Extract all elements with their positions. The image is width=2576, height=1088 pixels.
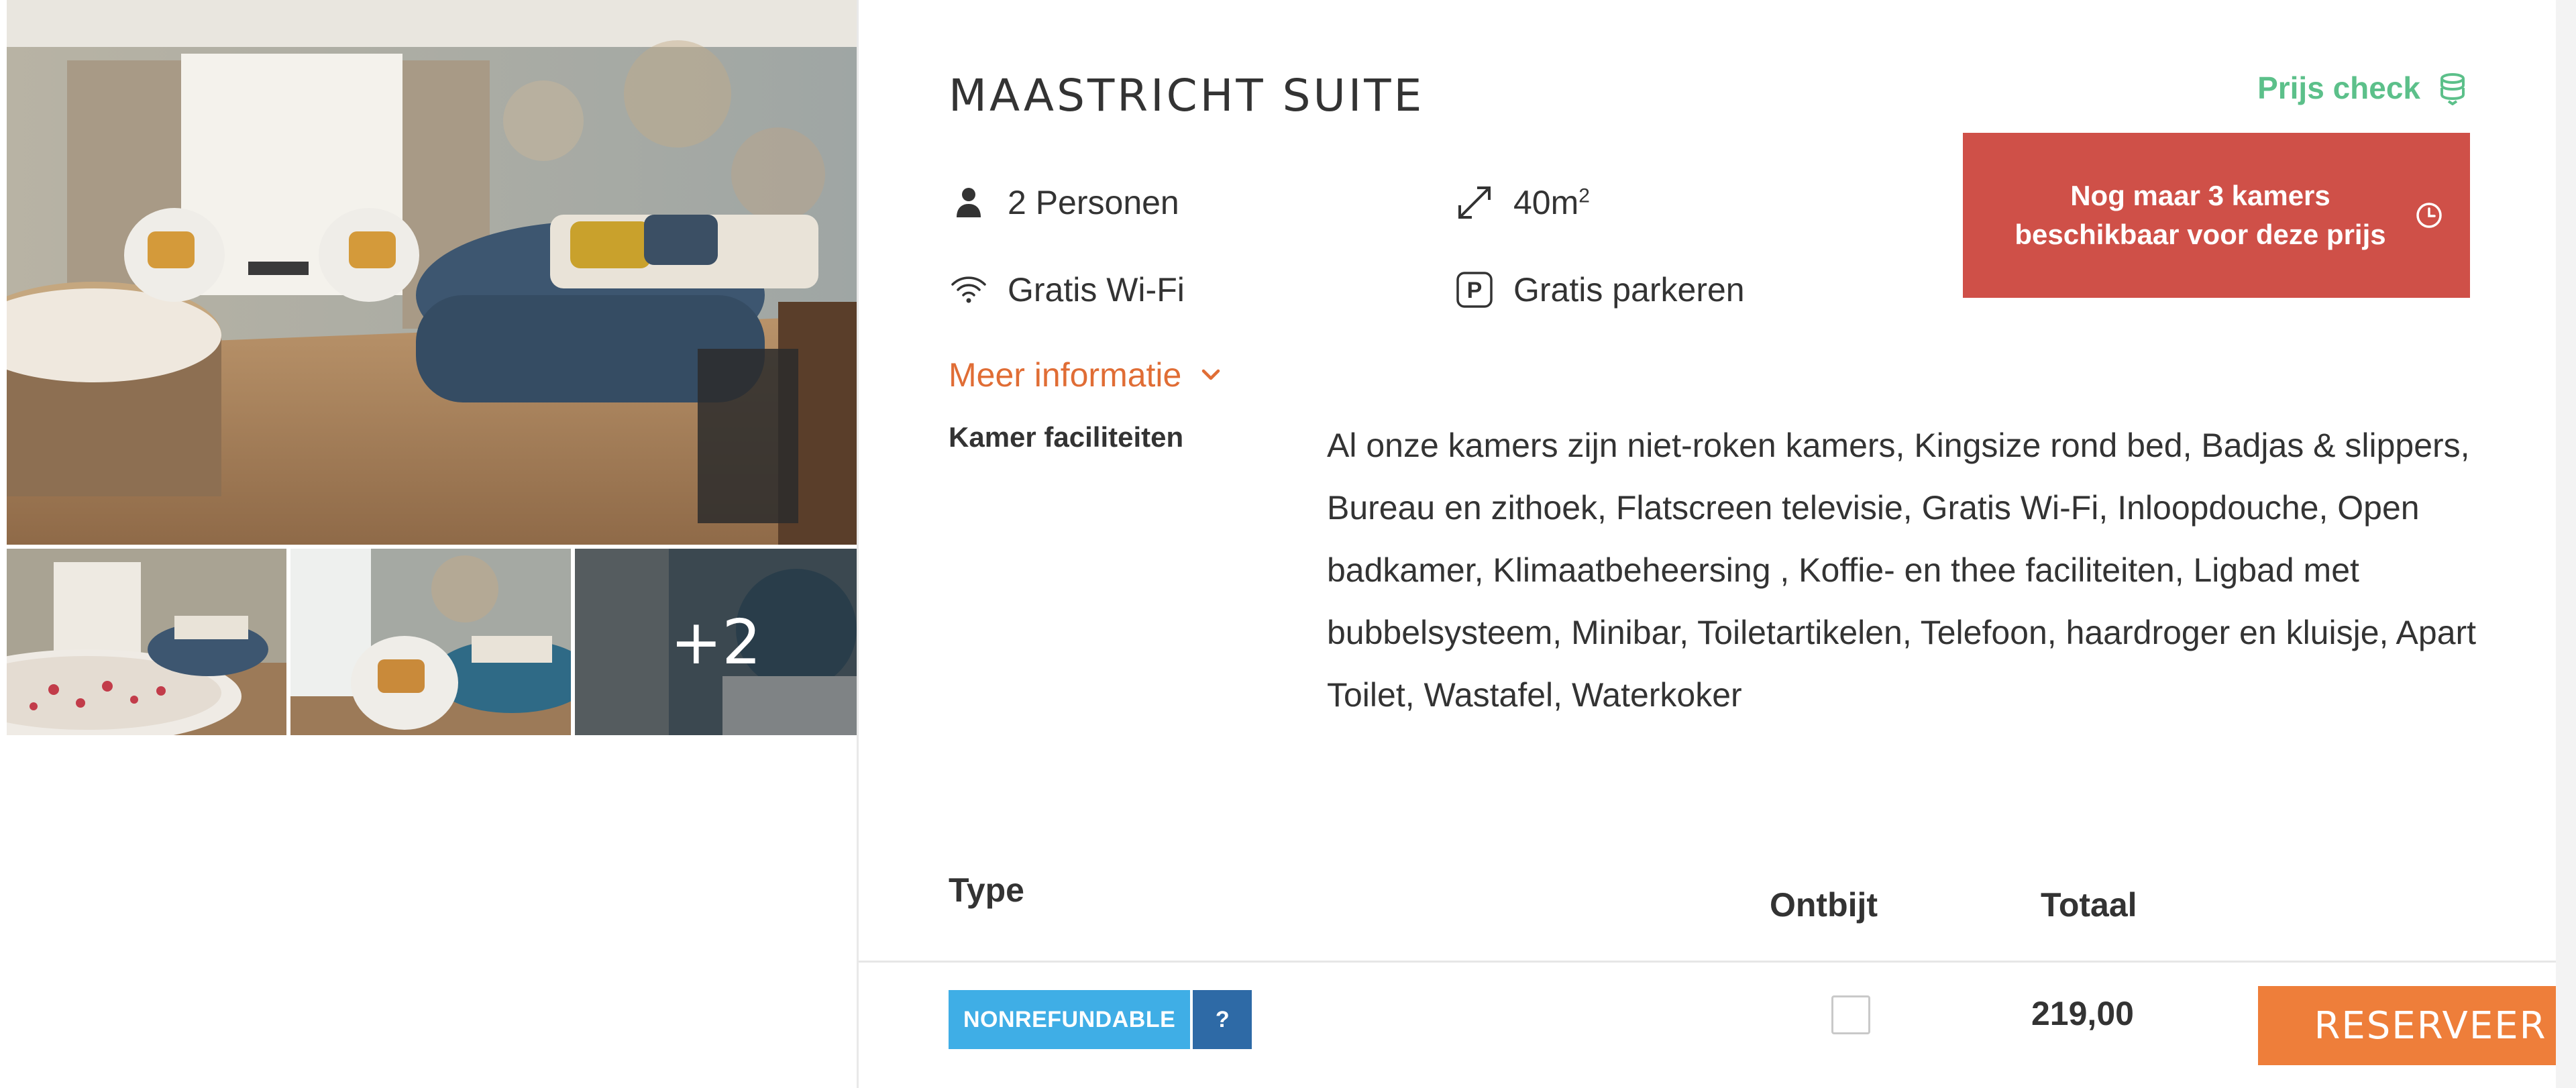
main-room-photo[interactable] bbox=[7, 0, 857, 545]
room-details: MAASTRICHT SUITE Prijs check Nog maar 3 … bbox=[859, 0, 2576, 1088]
price-check-label: Prijs check bbox=[2257, 70, 2420, 105]
thumbnail-1[interactable] bbox=[7, 549, 286, 735]
facilities-text: Al onze kamers zijn niet-roken kamers, K… bbox=[1327, 427, 2477, 714]
thumbnail-2[interactable] bbox=[290, 549, 571, 735]
expand-arrows-icon bbox=[1454, 182, 1495, 223]
scroll-edge bbox=[2556, 0, 2576, 1088]
breakfast-checkbox[interactable] bbox=[1831, 995, 1870, 1034]
rate-name-label: NONREFUNDABLE bbox=[949, 990, 1191, 1049]
feature-parking: P Gratis parkeren bbox=[1454, 270, 1745, 310]
person-icon bbox=[949, 182, 989, 223]
rate-total-price: 219,00 bbox=[2031, 995, 2134, 1032]
room-size-label: 40m2 bbox=[1513, 184, 1590, 221]
price-check-link[interactable]: Prijs check bbox=[2257, 70, 2470, 106]
thumbnail-more[interactable]: +2 bbox=[575, 549, 857, 735]
more-photos-overlay: +2 bbox=[575, 549, 857, 735]
facilities-label: Kamer faciliteiten bbox=[949, 421, 1184, 453]
column-header-type: Type bbox=[949, 871, 1024, 909]
photo-gallery: +2 bbox=[0, 0, 857, 1088]
feature-wifi: Gratis Wi-Fi bbox=[949, 270, 1185, 310]
clock-icon bbox=[2416, 203, 2442, 228]
price-check-icon bbox=[2440, 73, 2465, 105]
wifi-icon bbox=[949, 270, 989, 310]
feature-room-size: 40m2 bbox=[1454, 182, 1590, 223]
feature-persons: 2 Personen bbox=[949, 182, 1179, 223]
lounge-chair-photo bbox=[290, 549, 571, 735]
column-header-total: Totaal bbox=[2041, 886, 2137, 924]
table-divider bbox=[859, 961, 2576, 963]
persons-label: 2 Personen bbox=[1008, 184, 1179, 221]
svg-text:P: P bbox=[1467, 278, 1483, 303]
parking-icon: P bbox=[1454, 270, 1495, 310]
suite-photo-image bbox=[7, 0, 857, 545]
column-header-breakfast: Ontbijt bbox=[1770, 886, 1878, 924]
chevron-down-icon bbox=[1202, 369, 1220, 380]
wifi-label: Gratis Wi-Fi bbox=[1008, 271, 1185, 309]
availability-alert: Nog maar 3 kamers beschikbaar voor deze … bbox=[1963, 133, 2470, 298]
reserve-button[interactable]: RESERVEER bbox=[2258, 986, 2576, 1065]
more-photos-count: +2 bbox=[670, 606, 761, 678]
more-info-toggle[interactable]: Meer informatie bbox=[949, 356, 1223, 394]
rate-type-badge: NONREFUNDABLE ? bbox=[949, 990, 1252, 1049]
availability-alert-text: Nog maar 3 kamers beschikbaar voor deze … bbox=[2015, 180, 2386, 250]
bath-with-petals-photo bbox=[7, 549, 286, 735]
more-info-label: Meer informatie bbox=[949, 356, 1182, 394]
parking-label: Gratis parkeren bbox=[1513, 271, 1745, 309]
room-title: MAASTRICHT SUITE bbox=[949, 70, 1425, 121]
rate-info-button[interactable]: ? bbox=[1193, 990, 1252, 1049]
